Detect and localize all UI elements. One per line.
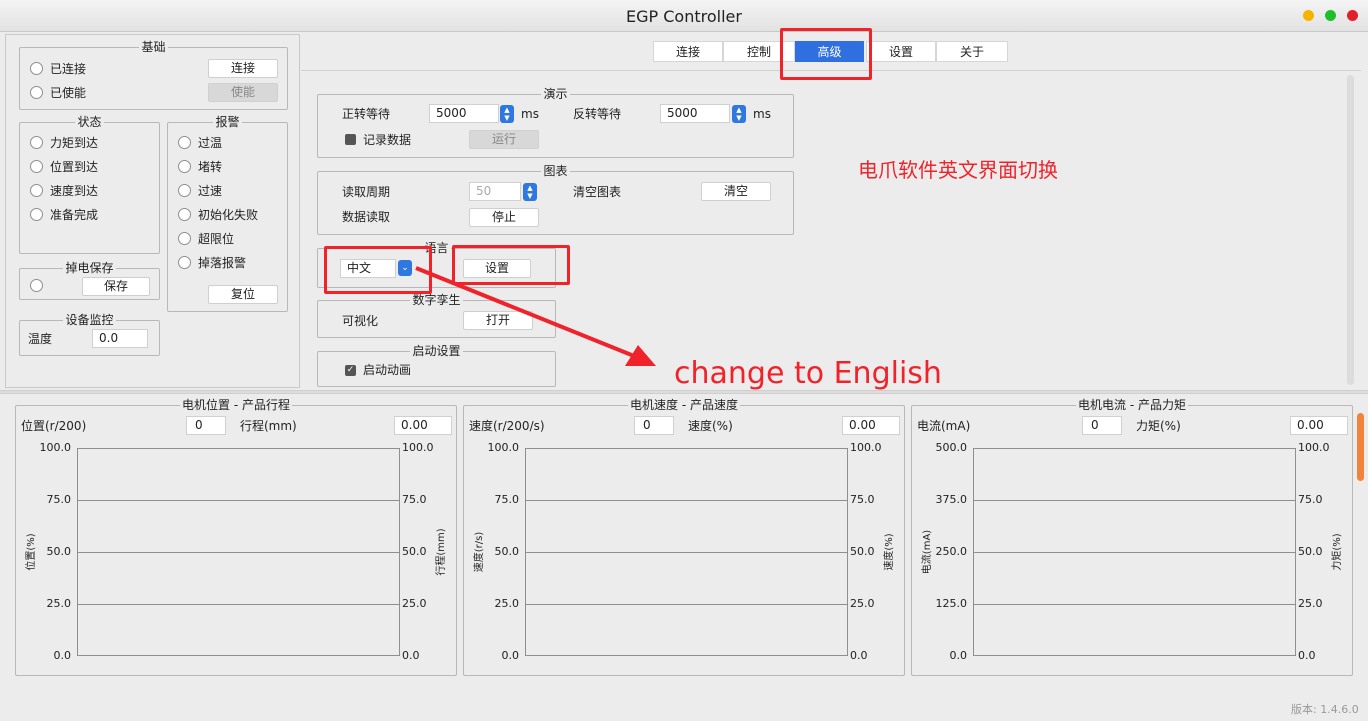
chart-right-value: 0.00 [394, 416, 452, 435]
chart-left-tick: 100.0 [39, 441, 72, 454]
chart-left-label: 电流(mA) [917, 419, 971, 433]
chart-left-value: 0 [186, 416, 226, 435]
chart-right-tick: 50.0 [402, 545, 427, 558]
chart-right-tick: 50.0 [850, 545, 875, 558]
chart-left-tick: 25.0 [46, 597, 72, 610]
chart-gridline [973, 552, 1296, 553]
chart-left-tick: 500.0 [935, 441, 968, 454]
chart-right-label: 力矩(%) [1136, 419, 1181, 433]
chart-left-tick: 25.0 [494, 597, 520, 610]
chart-right-tick: 25.0 [850, 597, 875, 610]
chart-left-tick: 50.0 [46, 545, 72, 558]
chart-right-value: 0.00 [1290, 416, 1348, 435]
chart-y-left-label: 速度(r/s) [474, 531, 485, 573]
chart-y-right-label: 力矩(%) [1332, 533, 1343, 571]
chart-gridline [525, 604, 848, 605]
chart-right-tick: 75.0 [850, 493, 875, 506]
chart-left-tick: 0.0 [949, 649, 968, 662]
chart-right-tick: 25.0 [402, 597, 427, 610]
splitter[interactable] [0, 390, 1368, 394]
chart-right-tick: 0.0 [402, 649, 420, 662]
chart-y-left-label: 位置(%) [26, 533, 37, 571]
chart-gridline [973, 500, 1296, 501]
version-label: 版本: 1.4.6.0 [1291, 703, 1359, 716]
chart-right-tick: 75.0 [1298, 493, 1323, 506]
chart-right-tick: 0.0 [850, 649, 868, 662]
chart-left-tick: 250.0 [935, 545, 968, 558]
chart-left-tick: 0.0 [501, 649, 520, 662]
chart-left-tick: 0.0 [53, 649, 72, 662]
chart-gridline [973, 604, 1296, 605]
chart-right-label: 速度(%) [688, 419, 733, 433]
chart-right-tick: 0.0 [1298, 649, 1316, 662]
chart-right-label: 行程(mm) [240, 419, 297, 433]
chart-right-tick: 25.0 [1298, 597, 1323, 610]
chart-title: 电机电流 - 产品力矩 [1076, 398, 1188, 412]
chart-right-tick: 75.0 [402, 493, 427, 506]
chart-left-value: 0 [1082, 416, 1122, 435]
chart-left-value: 0 [634, 416, 674, 435]
chart-y-left-label: 电流(mA) [922, 529, 933, 575]
chart-panel: 电机速度 - 产品速度速度(r/200/s) 0 速度(%) 0.00 速度(r/s) 速… [463, 398, 905, 676]
chart-right-tick: 100.0 [1298, 441, 1330, 454]
chart-right-value: 0.00 [842, 416, 900, 435]
chart-right-tick: 100.0 [402, 441, 434, 454]
chart-gridline [77, 604, 400, 605]
chart-left-tick: 75.0 [46, 493, 72, 506]
chart-left-tick: 50.0 [494, 545, 520, 558]
chart-gridline [525, 552, 848, 553]
chart-right-tick: 50.0 [1298, 545, 1323, 558]
chart-left-label: 速度(r/200/s) [469, 419, 545, 433]
chart-gridline [77, 552, 400, 553]
chart-right-tick: 100.0 [850, 441, 882, 454]
chart-left-tick: 125.0 [935, 597, 968, 610]
chart-title: 电机位置 - 产品行程 [180, 398, 292, 412]
chart-left-tick: 375.0 [935, 493, 968, 506]
chart-left-label: 位置(r/200) [21, 419, 87, 433]
chart-gridline [525, 500, 848, 501]
chart-left-tick: 100.0 [487, 441, 520, 454]
chart-panel: 电机电流 - 产品力矩电流(mA) 0 力矩(%) 0.00 电流(mA) 力矩(%) 50… [911, 398, 1353, 676]
chart-y-right-label: 速度(%) [884, 533, 895, 571]
chart-panel: 电机位置 - 产品行程位置(r/200) 0 行程(mm) 0.00 位置(%) 行程(m… [15, 398, 457, 676]
chart-left-tick: 75.0 [494, 493, 520, 506]
chart-gridline [77, 500, 400, 501]
chart-title: 电机速度 - 产品速度 [628, 398, 740, 412]
charts-scrollbar[interactable] [1357, 413, 1364, 481]
chart-y-right-label: 行程(mm) [436, 528, 447, 576]
